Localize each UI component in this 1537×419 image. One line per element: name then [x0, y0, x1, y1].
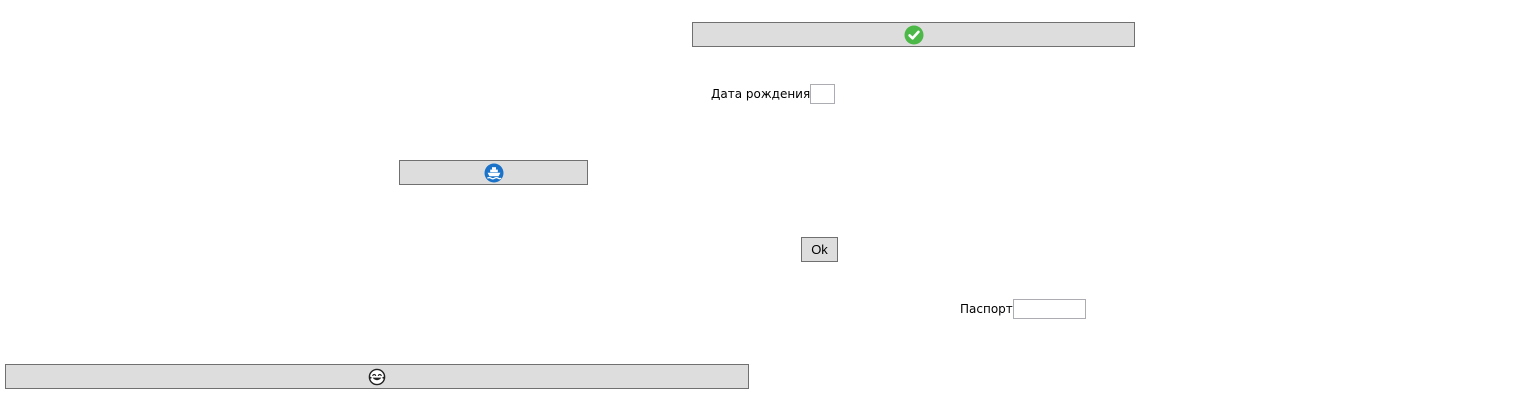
ship-button[interactable]: [399, 160, 588, 185]
birth-date-label: Дата рождения: [711, 87, 811, 101]
checkmark-icon: [904, 25, 924, 45]
passport-field[interactable]: [1012, 299, 1086, 319]
birth-date-row: Дата рождения: [711, 84, 836, 104]
window-content: Дата рождения Ok Паспорт: [0, 0, 1537, 419]
confirm-button[interactable]: [692, 22, 1135, 47]
passport-row: Паспорт: [960, 299, 1086, 319]
passport-label: Паспорт: [960, 302, 1013, 316]
ship-icon: [484, 163, 504, 183]
ok-button-label: Ok: [811, 242, 828, 257]
birth-date-field[interactable]: [810, 84, 836, 104]
emoji-button[interactable]: [5, 364, 749, 389]
ok-button[interactable]: Ok: [801, 237, 838, 262]
laughing-face-icon: [367, 367, 387, 387]
